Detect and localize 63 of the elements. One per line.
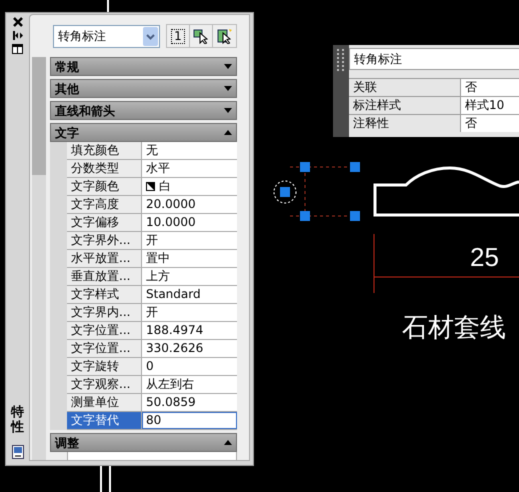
expand-icon — [224, 108, 232, 113]
property-value[interactable]: 0 — [142, 358, 237, 375]
drawing-label: 石材套线 — [402, 312, 506, 344]
canvas-line — [107, 0, 109, 12]
property-value[interactable]: 20.0000 — [142, 196, 237, 213]
scrollbar-track[interactable] — [32, 57, 46, 460]
property-value[interactable]: 上方 — [142, 268, 237, 285]
property-label[interactable]: 填充颜色 — [67, 142, 142, 159]
auto-hide-icon[interactable] — [12, 31, 22, 40]
dimension-text: 25 — [470, 242, 499, 272]
color-swatch-icon — [146, 182, 155, 191]
property-value[interactable]: 置中 — [142, 250, 237, 267]
tooltip-value: 样式10 — [461, 97, 519, 114]
property-label[interactable]: 文字样式 — [67, 286, 142, 303]
property-value[interactable]: 188.4974 — [142, 322, 237, 339]
close-icon[interactable] — [12, 17, 22, 27]
property-value[interactable]: 50.0859 — [142, 394, 237, 411]
property-value[interactable]: 开 — [142, 304, 237, 321]
property-value[interactable]: 无 — [142, 142, 237, 159]
section-header[interactable]: 文字 — [50, 123, 237, 142]
property-value[interactable]: 330.2626 — [142, 340, 237, 357]
canvas-line — [109, 466, 111, 492]
section-header[interactable]: 其他 — [50, 79, 237, 98]
property-label[interactable]: 文字旋转 — [67, 358, 142, 375]
property-value[interactable]: 水平 — [142, 160, 237, 177]
expand-icon — [224, 64, 232, 69]
property-value[interactable]: 白 — [142, 178, 237, 195]
scrollbar-thumb[interactable] — [32, 57, 46, 175]
quick-select-icon — [216, 28, 232, 44]
tooltip-title: 转角标注 — [349, 48, 519, 70]
section-header[interactable]: 常规 — [50, 57, 237, 76]
property-value[interactable]: 80 — [142, 412, 237, 429]
property-label[interactable]: 文字界内... — [67, 304, 142, 321]
property-value[interactable]: Standard — [142, 286, 237, 303]
property-value[interactable]: 10.0000 — [142, 214, 237, 231]
tooltip-value: 否 — [461, 79, 519, 96]
property-label[interactable]: 文字高度 — [67, 196, 142, 213]
collapse-icon — [224, 440, 232, 445]
cursor-select-icon — [193, 28, 209, 44]
collapse-icon — [224, 130, 232, 135]
palette-title: 特性 — [11, 406, 24, 435]
property-label[interactable]: 文字颜色 — [67, 178, 142, 195]
section-header[interactable]: 直线和箭头 — [50, 101, 237, 120]
expand-icon — [224, 86, 232, 91]
palette-icon[interactable] — [12, 445, 24, 459]
property-label[interactable]: 水平放置... — [67, 250, 142, 267]
property-label[interactable]: 测量单位 — [67, 394, 142, 411]
property-label[interactable]: 文字偏移 — [67, 214, 142, 231]
property-label[interactable]: 垂直放置... — [67, 268, 142, 285]
tooltip-value: 否 — [461, 115, 519, 132]
section-header[interactable]: 调整 — [50, 433, 237, 452]
property-label[interactable]: 文字界外... — [67, 232, 142, 249]
property-label[interactable]: 文字观察... — [67, 376, 142, 393]
grip-icon[interactable] — [333, 45, 349, 137]
property-label[interactable]: 文字位置... — [67, 340, 142, 357]
property-label[interactable]: 文字替代 — [67, 412, 142, 429]
property-value[interactable]: 开 — [142, 232, 237, 249]
property-value[interactable]: 从左到右 — [142, 376, 237, 393]
property-label[interactable]: 分数类型 — [67, 160, 142, 177]
canvas-line — [100, 466, 102, 492]
property-label[interactable]: 文字位置... — [67, 322, 142, 339]
object-type-dropdown[interactable]: 转角标注 — [53, 24, 160, 48]
properties-menu-icon[interactable] — [12, 44, 23, 54]
